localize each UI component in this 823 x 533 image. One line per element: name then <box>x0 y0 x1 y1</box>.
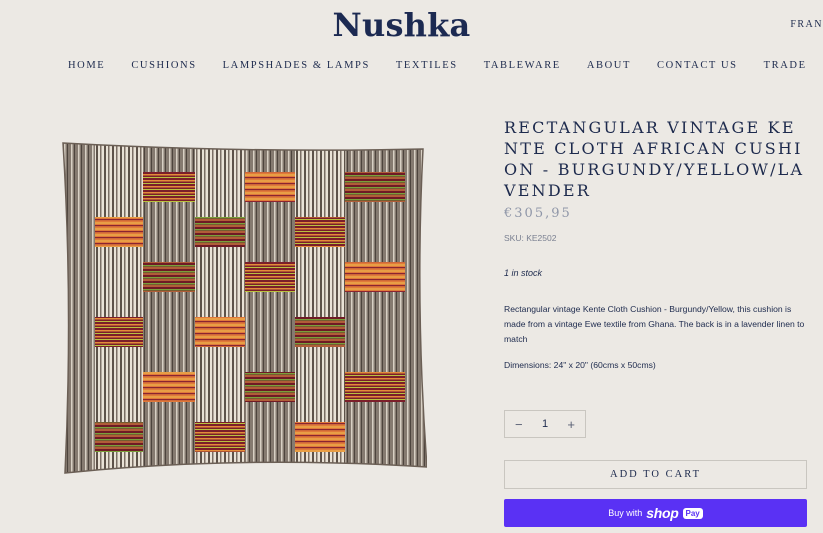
nav-item-cushions[interactable]: CUSHIONS <box>118 60 209 71</box>
product-info: RECTANGULAR VINTAGE KENTE CLOTH AFRICAN … <box>504 117 809 370</box>
shop-pay-badge: Pay <box>682 507 703 519</box>
region-selector[interactable]: FRAN <box>790 19 823 30</box>
nav-item-textiles[interactable]: TEXTILES <box>383 60 471 71</box>
quantity-value[interactable]: 1 <box>542 418 548 430</box>
product-dimensions: Dimensions: 24" x 20" (60cms x 50cms) <box>504 360 656 370</box>
stock-status: 1 in stock <box>504 268 543 278</box>
quantity-decrease-button[interactable]: − <box>515 417 523 432</box>
nav-item-tableware[interactable]: TABLEWARE <box>471 60 574 71</box>
nav-item-trade[interactable]: TRADE <box>751 60 820 71</box>
product-image[interactable] <box>55 137 427 474</box>
product-price: €305,95 <box>504 206 572 221</box>
add-to-cart-button[interactable]: ADD TO CART <box>504 460 807 489</box>
nav-item-about[interactable]: ABOUT <box>574 60 644 71</box>
nav-item-contact-us[interactable]: CONTACT US <box>644 60 751 71</box>
shop-pay-logo: shop <box>646 505 679 521</box>
quantity-increase-button[interactable]: + <box>567 417 575 432</box>
nav-item-lampshades-lamps[interactable]: LAMPSHADES & LAMPS <box>210 60 383 71</box>
shop-pay-prefix: Buy with <box>608 508 643 518</box>
product-sku: SKU: KE2502 <box>504 233 557 243</box>
shop-pay-button[interactable]: Buy with shop Pay <box>504 499 807 527</box>
main-nav: HOME CUSHIONS LAMPSHADES & LAMPS TEXTILE… <box>55 60 820 71</box>
nav-item-home[interactable]: HOME <box>55 60 118 71</box>
quantity-stepper: − 1 + <box>504 410 586 438</box>
site-logo[interactable]: Nushka <box>0 6 803 44</box>
product-title: RECTANGULAR VINTAGE KENTE CLOTH AFRICAN … <box>504 118 805 200</box>
product-description: Rectangular vintage Kente Cloth Cushion … <box>504 304 805 344</box>
